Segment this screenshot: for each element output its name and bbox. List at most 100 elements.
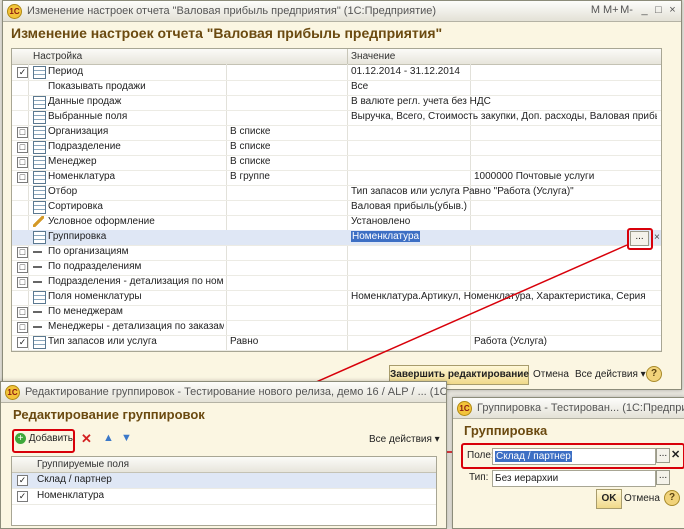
main-window: 1C Изменение настроек отчета "Валовая пр… bbox=[2, 0, 682, 390]
row-checkbox[interactable]: ✓ bbox=[17, 67, 28, 78]
grid-header: Группируемые поля bbox=[12, 457, 436, 473]
row-checkbox[interactable]: ✓ bbox=[17, 337, 28, 348]
row-checkbox[interactable]: □ bbox=[17, 322, 28, 333]
row-checkbox[interactable]: ✓ bbox=[17, 491, 28, 502]
memory-plus-button[interactable]: M+ bbox=[603, 3, 619, 18]
help-icon[interactable]: ? bbox=[646, 366, 662, 382]
setting-row[interactable]: □ По организациям bbox=[12, 245, 661, 261]
group-item-icon bbox=[33, 326, 42, 328]
cancel-link[interactable]: Отмена bbox=[533, 369, 569, 380]
setting-condition: В списке bbox=[230, 126, 271, 137]
field-name: Склад / партнер bbox=[37, 474, 112, 485]
cancel-link[interactable]: Отмена bbox=[624, 493, 660, 504]
type-input[interactable]: Без иерархии bbox=[492, 470, 656, 487]
setting-condition: В списке bbox=[230, 141, 271, 152]
setting-value: 01.12.2014 - 31.12.2014 bbox=[351, 66, 460, 77]
setting-row[interactable]: Показывать продажи Все bbox=[12, 80, 661, 96]
move-up-icon[interactable]: ▲ bbox=[103, 432, 114, 444]
row-checkbox[interactable]: □ bbox=[17, 277, 28, 288]
setting-value: Номенклатура.Артикул, Номенклатура, Хара… bbox=[351, 291, 646, 302]
list-item[interactable]: ✓ Склад / партнер bbox=[12, 473, 436, 489]
grouping-fields-grid: Группируемые поля ✓ Склад / партнер ✓ Но… bbox=[11, 456, 437, 526]
setting-row[interactable]: Сортировка Валовая прибыль(убыв.) bbox=[12, 200, 661, 216]
close-button[interactable]: × bbox=[665, 3, 680, 18]
table-icon bbox=[33, 111, 46, 124]
setting-condition: В списке bbox=[230, 156, 271, 167]
setting-name: Группировка bbox=[48, 231, 107, 242]
setting-value: Работа (Услуга) bbox=[474, 336, 547, 347]
row-checkbox[interactable]: □ bbox=[17, 157, 28, 168]
row-checkbox[interactable]: □ bbox=[17, 262, 28, 273]
setting-name: Условное оформление bbox=[48, 216, 155, 227]
field-name: Номенклатура bbox=[37, 490, 105, 501]
minimize-button[interactable]: _ bbox=[637, 3, 652, 18]
memory-m-button[interactable]: M bbox=[588, 3, 603, 18]
column-header-value[interactable]: Значение bbox=[351, 51, 395, 62]
table-icon bbox=[33, 126, 46, 139]
row-checkbox[interactable]: □ bbox=[17, 247, 28, 258]
setting-condition: В группе bbox=[230, 171, 270, 182]
setting-row[interactable]: ✓ Тип запасов или услуга Равно Работа (Услу… bbox=[12, 335, 661, 351]
clear-icon[interactable]: × bbox=[654, 232, 660, 243]
setting-row[interactable]: □ По менеджерам bbox=[12, 305, 661, 321]
row-checkbox[interactable]: □ bbox=[17, 142, 28, 153]
setting-value: 1000000 Почтовые услуги bbox=[474, 171, 595, 182]
setting-row[interactable]: ✓ Период 01.12.2014 - 31.12.2014 bbox=[12, 65, 661, 81]
setting-row[interactable]: □ По подразделениям bbox=[12, 260, 661, 276]
setting-row[interactable]: □ Организация В списке bbox=[12, 125, 661, 141]
setting-row[interactable]: □ Подразделения - детализация по номенкла… bbox=[12, 275, 661, 291]
group-item-icon bbox=[33, 251, 42, 253]
setting-row[interactable]: Данные продаж В валюте регл. учета без НД… bbox=[12, 95, 661, 111]
format-icon bbox=[33, 216, 44, 227]
1c-logo-icon: 1C bbox=[5, 385, 20, 400]
setting-name: Отбор bbox=[48, 186, 78, 197]
row-checkbox[interactable]: □ bbox=[17, 307, 28, 318]
setting-row[interactable]: Отбор Тип запасов или услуга Равно "Работ… bbox=[12, 185, 661, 201]
window-title: Редактирование группировок - Тестировани… bbox=[25, 386, 447, 398]
setting-row[interactable]: □ Менеджеры - детализация по заказам клие… bbox=[12, 320, 661, 336]
setting-value: Валовая прибыль(убыв.) bbox=[351, 201, 467, 212]
setting-row[interactable]: □ Номенклатура В группе 1000000 Почтовые ус… bbox=[12, 170, 661, 186]
all-actions-menu[interactable]: Все действия ▾ bbox=[575, 369, 646, 380]
highlight-box bbox=[627, 228, 653, 250]
setting-row[interactable]: Поля номенклатуры Номенклатура.Артикул, Н… bbox=[12, 290, 661, 306]
column-header-setting[interactable]: Настройка bbox=[33, 51, 82, 62]
setting-value: Номенклатура bbox=[351, 231, 657, 242]
table-icon bbox=[33, 96, 46, 109]
table-icon bbox=[33, 201, 46, 214]
row-checkbox[interactable]: ✓ bbox=[17, 475, 28, 486]
all-actions-menu[interactable]: Все действия ▾ bbox=[369, 434, 440, 445]
page-title: Изменение настроек отчета "Валовая прибы… bbox=[11, 25, 443, 41]
table-icon bbox=[33, 66, 46, 79]
grid-header: Настройка Значение bbox=[12, 49, 661, 65]
maximize-button[interactable]: □ bbox=[651, 3, 666, 18]
setting-row[interactable]: Выбранные поля Выручка, Всего, Стоимость … bbox=[12, 110, 661, 126]
row-checkbox[interactable]: □ bbox=[17, 172, 28, 183]
ok-button[interactable]: OK bbox=[596, 489, 622, 509]
setting-name: Поля номенклатуры bbox=[48, 291, 142, 302]
type-select-button[interactable]: ... bbox=[656, 470, 670, 485]
setting-name: Данные продаж bbox=[48, 96, 122, 107]
setting-row[interactable]: Группировка Номенклатура bbox=[12, 230, 661, 246]
memory-minus-button[interactable]: M- bbox=[619, 3, 634, 18]
setting-row[interactable]: □ Подразделение В списке bbox=[12, 140, 661, 156]
setting-name: По менеджерам bbox=[48, 306, 123, 317]
title-bar: 1C Редактирование группировок - Тестиров… bbox=[1, 382, 446, 403]
setting-name: По организациям bbox=[48, 246, 129, 257]
setting-name: Сортировка bbox=[48, 201, 103, 212]
window-title: Изменение настроек отчета "Валовая прибы… bbox=[27, 5, 437, 17]
setting-name: Тип запасов или услуга bbox=[48, 336, 157, 347]
setting-row[interactable]: Условное оформление Установлено bbox=[12, 215, 661, 231]
grouping-dialog: 1C Группировка - Тестирован... (1С:Предп… bbox=[452, 397, 684, 529]
setting-condition: Равно bbox=[230, 336, 259, 347]
row-checkbox[interactable]: □ bbox=[17, 127, 28, 138]
column-header-fields[interactable]: Группируемые поля bbox=[37, 459, 129, 470]
setting-value: В валюте регл. учета без НДС bbox=[351, 96, 491, 107]
setting-row[interactable]: □ Менеджер В списке bbox=[12, 155, 661, 171]
table-icon bbox=[33, 291, 46, 304]
list-item[interactable]: ✓ Номенклатура bbox=[12, 489, 436, 505]
move-down-icon[interactable]: ▼ bbox=[121, 432, 132, 444]
delete-icon[interactable]: ✕ bbox=[81, 431, 92, 447]
table-icon bbox=[33, 171, 46, 184]
help-icon[interactable]: ? bbox=[664, 490, 680, 506]
